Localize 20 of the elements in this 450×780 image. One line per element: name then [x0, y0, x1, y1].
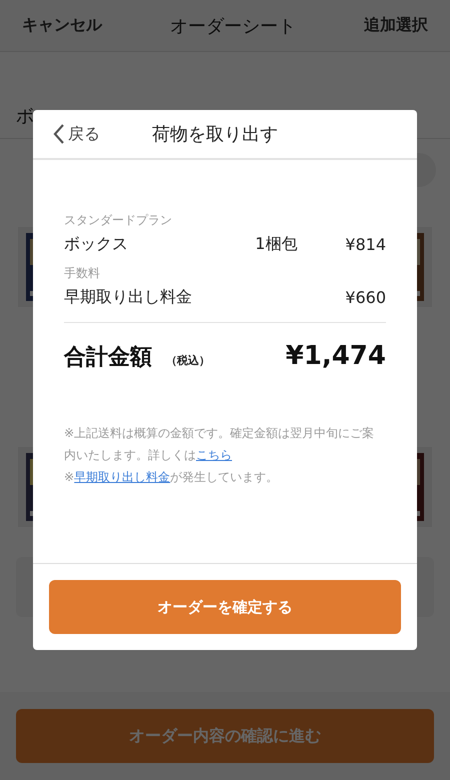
item-quantity: 1梱包 [255, 234, 298, 255]
category-label: 手数料 [64, 265, 101, 282]
add-select-button[interactable]: 追加選択 [364, 15, 428, 36]
total-amount: ¥1,474 [286, 341, 386, 371]
item-price: ¥660 [345, 288, 386, 307]
link[interactable]: 早期取り出し料金 [74, 470, 170, 484]
note-text: ※早期取り出し料金が発生しています。 [64, 469, 280, 486]
link[interactable]: こちら [196, 448, 232, 462]
item-price: ¥814 [345, 235, 386, 254]
chevron-left-icon [53, 123, 65, 145]
page-title: オーダーシート [170, 14, 296, 38]
total-label: 合計金額 [64, 344, 152, 372]
tax-note: （税込） [166, 353, 211, 368]
item-name: 早期取り出し料金 [64, 287, 193, 308]
category-label: スタンダードプラン [64, 212, 173, 229]
confirm-order-button[interactable]: オーダーを確定する [49, 580, 401, 634]
cancel-button[interactable]: キャンセル [22, 15, 102, 36]
proceed-button[interactable]: オーダー内容の確認に進む [16, 709, 434, 763]
item-name: ボックス [64, 234, 129, 255]
note-text: ※上記送料は概算の金額です。確定金額は翌月中旬にご案内いたします。詳しくは こちら [64, 425, 376, 464]
